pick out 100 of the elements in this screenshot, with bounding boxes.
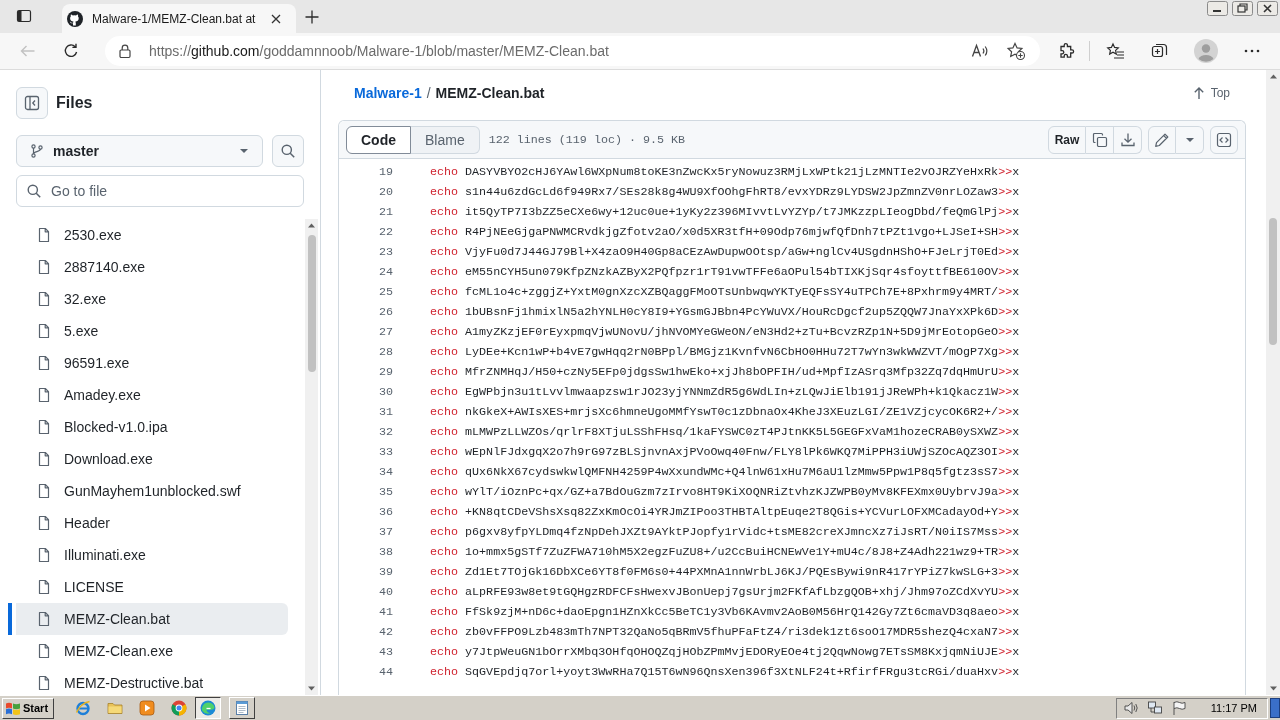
line-number: 36: [377, 505, 394, 519]
collapse-sidebar-button[interactable]: [16, 87, 48, 119]
file-tree-item[interactable]: Download.exe: [8, 443, 288, 475]
copy-icon: [1091, 131, 1108, 148]
file-icon: [36, 547, 52, 563]
sidebar-title: Files: [56, 94, 93, 112]
scrollbar-thumb[interactable]: [1269, 218, 1277, 345]
line-number: 30: [377, 385, 394, 399]
file-tree-item[interactable]: 5.exe: [8, 315, 288, 347]
browser-tab[interactable]: Malware-1/MEMZ-Clean.bat at: [62, 4, 296, 33]
restore-icon[interactable]: [1232, 1, 1253, 16]
code-line: echo nkGkeX+AWIsXES+mrjsXc6hmneUgoMMfYswT0c1zDbnaOx4KheJ3XEuzLGI/ZE1VZjcycOK6R2+/>>x: [430, 405, 1020, 419]
code-line: echo A1myZKzjEF0rEyxpmqVjwUNovU/jhNVOMYeGWeON/eN3Hd2+zTu+BcvzRZp1N+5D9jMrEotopGeO>>x: [430, 325, 1020, 339]
line-number: 41: [377, 605, 394, 619]
view-tab[interactable]: Code: [346, 125, 411, 154]
download-button[interactable]: [1114, 125, 1142, 154]
code-line: echo +KN8qtCDeVShsXsq82ZxKmOcOi4YRJmZIPoo3THBTAltpEuqe2T8QGis+YCVurLOFXMCadayOd+Y>>x: [430, 505, 1020, 519]
line-number: 37: [377, 525, 394, 539]
code-line: echo qUx6NkX67cydswkwlQMFNH4259P4wXxundWMc+Q4lnW61xHu7M6aU1lzMmw5Ppw1P8q5fgtz3sS7>>x: [430, 465, 1020, 479]
file-tree-item[interactable]: 32.exe: [8, 283, 288, 315]
close-window-icon[interactable]: [1257, 1, 1278, 16]
line-number: 43: [377, 645, 394, 659]
line-number: 40: [377, 585, 394, 599]
file-tree-item[interactable]: GunMayhem1unblocked.swf: [8, 475, 288, 507]
speaker-icon[interactable]: [1122, 700, 1139, 716]
scrollbar-thumb[interactable]: [307, 235, 316, 372]
file-icon: [36, 227, 52, 243]
code-line: echo R4PjNEeGjgaPNWMCRvdkjgZfotv2aO/x0d5XR3tfH+09Odp76mjwfQfDnh7tPZt1vgo+LJSeI+SH>>x: [430, 225, 1020, 239]
file-tree-item[interactable]: 96591.exe: [8, 347, 288, 379]
code-line: echo DASYVBYO2cHJ6YAwl6WXpNum8toKE3nZwcKx5ryNowuz3RMjLxWPtk21jLzMNTIe2vOJRZYeHxRk>>x: [430, 165, 1020, 179]
line-number: 34: [377, 465, 394, 479]
code-square-icon: [1216, 131, 1232, 148]
top-button[interactable]: Top: [1190, 85, 1230, 101]
code-line: echo it5QyTP7I3bZZ5eCXe6wy+12uc0ue+1yKy2z396MIvvtLvYZYp/t7JMKzzpLIeogDbd/feQmGlPj>>x: [430, 205, 1020, 219]
minimize-icon[interactable]: [1207, 1, 1228, 16]
notepad-icon: [234, 700, 250, 716]
repository-link[interactable]: Malware-1: [354, 85, 422, 101]
file-icon: [36, 451, 52, 467]
file-info: 122 lines (119 loc) · 9.5 KB: [488, 132, 686, 147]
file-tree-item[interactable]: MEMZ-Clean.bat: [8, 603, 288, 635]
file-search-field[interactable]: Go to file: [16, 175, 304, 207]
code-line: echo s1n44u6zdGcLd6f949Rx7/SEs28k8g4WU9XfOOhgFhRT8/evxYDRz9LYDSW2JpZmnZV0nrLOZaw3>>x: [430, 185, 1020, 199]
caret-down-icon: [1185, 137, 1194, 142]
breadcrumb-separator: /: [426, 85, 431, 101]
file-icon: [36, 291, 52, 307]
new-tab-icon[interactable]: [304, 9, 320, 25]
file-icon: [36, 675, 52, 691]
file-tree-item[interactable]: 2530.exe: [8, 219, 288, 251]
file-tree-item[interactable]: Header: [8, 507, 288, 539]
line-number: 28: [377, 345, 394, 359]
extensions-icon[interactable]: [1057, 41, 1077, 61]
media-player-icon[interactable]: [139, 700, 155, 716]
address-bar[interactable]: https://github.com/goddamnnoob/Malware-1/blob/master/MEMZ-Clean.bat: [105, 36, 1040, 66]
code-line: echo eM55nCYH5un079KfpZNzkAZByX2PQfpzr1rT91vwTFFe6aOPul54bTIXKjSqr4sfoyttfBE610OV>>x: [430, 265, 1020, 279]
line-number: 20: [377, 185, 394, 199]
view-tab[interactable]: Blame: [411, 125, 480, 154]
file-tree-item[interactable]: Illuminati.exe: [8, 539, 288, 571]
branch-select[interactable]: master: [16, 135, 263, 167]
code-line: echo wEpNlFJdxgqX2o7h9rG97zBLSjnvnAxjPVoOwq40Fnw/FLY8lPk6WKQ7MiPPH3iUWjSZOcAQZ3OI>>x: [430, 445, 1020, 459]
file-tree-item[interactable]: MEMZ-Destructive.bat: [8, 667, 288, 695]
file-tree-item[interactable]: Amadey.exe: [8, 379, 288, 411]
file-icon: [36, 611, 52, 627]
code-line: echo 1bUBsnFj1hmixlN5a2hYNLH0cY8I9+YGsmGJBbn4PcYWuVX/HouRcDgcf2up5ZQQW7JnaYxXPk6D>>x: [430, 305, 1020, 319]
line-number: 35: [377, 485, 394, 499]
lock-icon[interactable]: [117, 43, 133, 59]
browser-e-icon[interactable]: [75, 700, 91, 716]
add-favorite-icon[interactable]: [1006, 41, 1026, 61]
edit-button[interactable]: [1148, 125, 1176, 154]
code-line: echo FfSk9zjM+nD6c+daoEpgn1HZnXkCc5BeTC1y3Vb6KAvmv2AoB0M56HrQ142Gy7Zt6cmaVD3q8aeo>>x: [430, 605, 1020, 619]
line-number: 24: [377, 265, 394, 279]
flag-icon[interactable]: [1170, 700, 1187, 716]
scrollbar[interactable]: [305, 219, 318, 695]
line-number: 23: [377, 245, 394, 259]
chrome-icon[interactable]: [171, 700, 187, 716]
tab-panel-icon[interactable]: [16, 8, 32, 24]
start-button[interactable]: Start: [2, 697, 54, 719]
line-number: 33: [377, 445, 394, 459]
file-icon: [36, 259, 52, 275]
symbols-button[interactable]: [1210, 125, 1238, 154]
file-tree-item[interactable]: LICENSE: [8, 571, 288, 603]
file-tree-item[interactable]: Blocked-v1.0.ipa: [8, 411, 288, 443]
favicon-icon: [67, 10, 83, 27]
search-button[interactable]: [272, 135, 304, 167]
raw-button[interactable]: Raw: [1048, 125, 1086, 154]
line-number: 44: [377, 665, 394, 679]
taskbar-button[interactable]: [195, 697, 221, 719]
line-number: 38: [377, 545, 394, 559]
copy-button[interactable]: [1086, 125, 1114, 154]
favorites-icon[interactable]: [1106, 41, 1126, 61]
code-line: echo 1o+mmx5gSTf7ZuZFWA710hM5X2egzFuZU8+/u2CcBuiHCNEwVe1Y+mU4c/8J8+Z4Adh221wz9+TR>>x: [430, 545, 1020, 559]
code-line: echo Zd1Et7TOjGk16DbXCe6YT8f0FM6s0+44PXMnA1nnWrbLJ6KJ/PQEsBywi9nR417rYPiZ7kwSLG+3>>x: [430, 565, 1020, 579]
file-tree-item[interactable]: 2887140.exe: [8, 251, 288, 283]
network-icon[interactable]: [1146, 700, 1163, 716]
file-name: MEMZ-Clean.bat: [435, 85, 545, 101]
code-line: echo wYlT/iOznPc+qx/GZ+a7BdOuGzm7zIrvo8HT9KiXOQNRiZtvhzKJZWPB0yMv8KFEXmx0UybrvJ9a>>x: [430, 485, 1020, 499]
line-number: 25: [377, 285, 394, 299]
file-tree-item[interactable]: MEMZ-Clean.exe: [8, 635, 288, 667]
scrollbar[interactable]: [1266, 70, 1280, 695]
line-number: 22: [377, 225, 394, 239]
caret-down-icon: [240, 149, 248, 153]
